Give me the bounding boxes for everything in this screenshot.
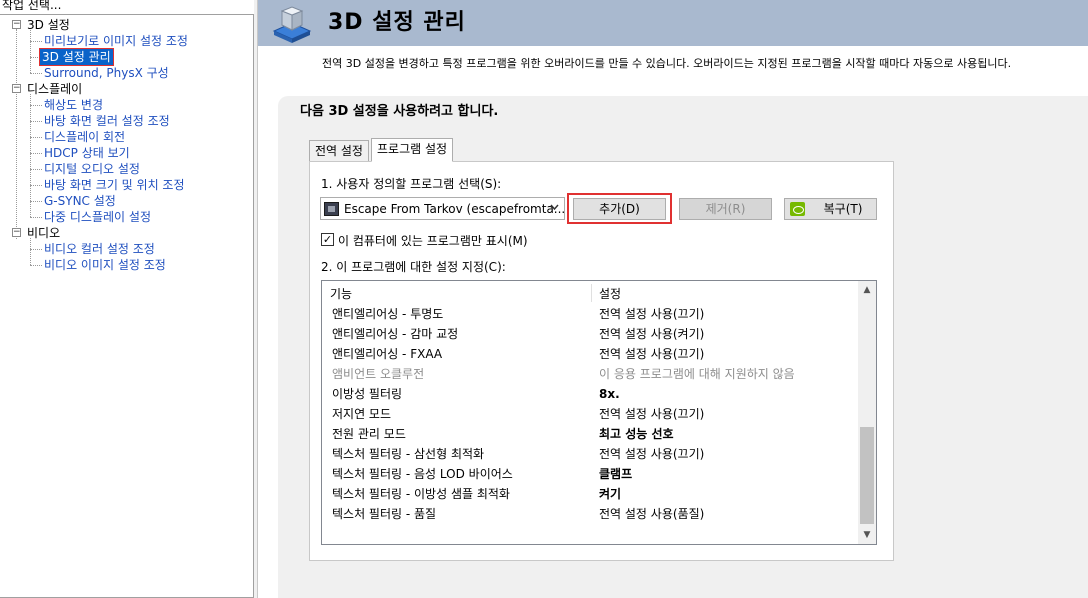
setting-value-cell[interactable]: 전역 설정 사용(끄기) <box>599 304 704 324</box>
tree-connector <box>30 73 42 74</box>
program-dropdown-value: Escape From Tarkov (escapefromta... <box>344 202 566 216</box>
section-heading: 다음 3D 설정을 사용하려고 합니다. <box>300 104 499 119</box>
tab-program-settings[interactable]: 프로그램 설정 <box>371 138 454 162</box>
page-title: 3D 설정 관리 <box>328 10 466 35</box>
tree-connector <box>30 105 42 106</box>
tree-connector <box>30 137 42 138</box>
task-tree[interactable]: −3D 설정 미리보기로 이미지 설정 조정 3D 설정 관리 Surround, P… <box>0 14 254 598</box>
tree-item[interactable]: 비디오 컬러 설정 조정 <box>44 241 155 257</box>
feature-cell: 텍스처 필터링 - 이방성 샘플 최적화 <box>332 487 510 501</box>
tree-connector <box>30 153 42 154</box>
feature-cell: 앰비언트 오클루전 <box>332 367 425 381</box>
feature-cell: 텍스처 필터링 - 음성 LOD 바이어스 <box>332 467 513 481</box>
tree-group-label[interactable]: 비디오 <box>27 225 60 241</box>
table-row[interactable]: 앰비언트 오클루전 이 응용 프로그램에 대해 지원하지 않음 <box>322 364 858 384</box>
nvidia-icon <box>790 202 805 216</box>
program-dropdown[interactable]: Escape From Tarkov (escapefromta... <box>320 197 565 220</box>
table-row[interactable]: 전원 관리 모드 최고 성능 선호 <box>322 424 858 444</box>
tree-item[interactable]: 디지털 오디오 설정 <box>44 161 140 177</box>
tree-connector <box>30 249 42 250</box>
select-program-label: 1. 사용자 정의할 프로그램 선택(S): <box>321 177 502 191</box>
program-settings-label: 2. 이 프로그램에 대한 설정 지정(C): <box>321 260 506 274</box>
page-header: 3D 설정 관리 <box>258 0 1088 46</box>
tree-item[interactable]: 다중 디스플레이 설정 <box>44 209 151 225</box>
tree-item[interactable]: 3D 설정 관리 <box>39 48 114 66</box>
setting-value-cell[interactable]: 전역 설정 사용(품질) <box>599 504 704 524</box>
column-header-feature[interactable]: 기능 <box>330 285 352 302</box>
tree-item[interactable]: 미리보기로 이미지 설정 조정 <box>44 33 188 49</box>
table-row[interactable]: 텍스처 필터링 - 음성 LOD 바이어스 클램프 <box>322 464 858 484</box>
column-header-setting[interactable]: 설정 <box>599 285 621 302</box>
feature-cell: 앤티엘리어싱 - 투명도 <box>332 307 444 321</box>
setting-value-cell[interactable]: 켜기 <box>599 484 621 504</box>
tree-item[interactable]: Surround, PhysX 구성 <box>44 65 169 81</box>
tree-connector <box>30 121 42 122</box>
page-description: 전역 3D 설정을 변경하고 특정 프로그램을 위한 오버라이드를 만들 수 있… <box>322 57 1012 70</box>
feature-cell: 저지연 모드 <box>332 407 392 421</box>
scroll-up-icon[interactable]: ▲ <box>858 281 876 299</box>
table-row[interactable]: 이방성 필터링 8x. <box>322 384 858 404</box>
vertical-scrollbar[interactable]: ▲ ▼ <box>858 281 876 544</box>
feature-cell: 앤티엘리어싱 - FXAA <box>332 347 443 361</box>
setting-value-cell[interactable]: 클램프 <box>599 464 632 484</box>
tree-collapse-icon[interactable]: − <box>12 228 21 237</box>
setting-value-cell[interactable]: 최고 성능 선호 <box>599 424 674 444</box>
table-row[interactable]: 앤티엘리어싱 - FXAA 전역 설정 사용(끄기) <box>322 344 858 364</box>
tree-item[interactable]: G-SYNC 설정 <box>44 193 116 209</box>
tree-connector <box>30 238 31 265</box>
table-row[interactable]: 앤티엘리어싱 - 감마 교정 전역 설정 사용(켜기) <box>322 324 858 344</box>
panel-splitter[interactable] <box>254 0 258 598</box>
setting-value-cell[interactable]: 전역 설정 사용(끄기) <box>599 344 704 364</box>
setting-value-cell[interactable]: 전역 설정 사용(켜기) <box>599 324 704 344</box>
tree-collapse-icon[interactable]: − <box>12 84 21 93</box>
tree-connector <box>30 217 42 218</box>
tree-connector <box>30 41 42 42</box>
only-local-programs-label: 이 컴퓨터에 있는 프로그램만 표시(M) <box>338 234 528 248</box>
add-button[interactable]: 추가(D) <box>573 198 666 220</box>
tree-connector <box>30 94 31 217</box>
setting-value-cell[interactable]: 이 응용 프로그램에 대해 지원하지 않음 <box>599 364 795 384</box>
tree-item[interactable]: 해상도 변경 <box>44 97 103 113</box>
feature-cell: 앤티엘리어싱 - 감마 교정 <box>332 327 459 341</box>
task-select-label: 작업 선택... <box>2 0 62 12</box>
tab-global-settings[interactable]: 전역 설정 <box>309 140 369 162</box>
tree-connector <box>30 169 42 170</box>
tree-item[interactable]: HDCP 상태 보기 <box>44 145 130 161</box>
settings-table[interactable]: 기능 설정 앤티엘리어싱 - 투명도 전역 설정 사용(끄기) 앤티엘리어싱 - 감… <box>321 280 877 545</box>
3d-settings-icon <box>270 1 314 43</box>
tree-group-label[interactable]: 3D 설정 <box>27 17 70 33</box>
setting-value-cell[interactable]: 전역 설정 사용(끄기) <box>599 444 704 464</box>
chevron-down-icon <box>550 201 559 216</box>
tree-connector <box>30 201 42 202</box>
tree-item[interactable]: 바탕 화면 컬러 설정 조정 <box>44 113 170 129</box>
only-local-programs-checkbox[interactable]: ✓ <box>321 233 334 246</box>
table-row[interactable]: 저지연 모드 전역 설정 사용(끄기) <box>322 404 858 424</box>
restore-button[interactable]: 복구(T) <box>784 198 877 220</box>
table-row[interactable]: 텍스처 필터링 - 삼선형 최적화 전역 설정 사용(끄기) <box>322 444 858 464</box>
setting-value-cell[interactable]: 8x. <box>599 384 620 404</box>
tree-item[interactable]: 디스플레이 회전 <box>44 129 125 145</box>
scroll-thumb[interactable] <box>860 427 874 524</box>
tree-item[interactable]: 바탕 화면 크기 및 위치 조정 <box>44 177 185 193</box>
restore-button-label: 복구(T) <box>823 202 863 216</box>
tree-connector <box>30 185 42 186</box>
tree-collapse-icon[interactable]: − <box>12 20 21 29</box>
game-icon <box>324 202 339 216</box>
setting-value-cell[interactable]: 전역 설정 사용(끄기) <box>599 404 704 424</box>
feature-cell: 전원 관리 모드 <box>332 427 406 441</box>
tree-connector <box>16 29 17 239</box>
scroll-down-icon[interactable]: ▼ <box>858 526 876 544</box>
remove-button[interactable]: 제거(R) <box>679 198 772 220</box>
table-row[interactable]: 텍스처 필터링 - 이방성 샘플 최적화 켜기 <box>322 484 858 504</box>
table-row[interactable]: 앤티엘리어싱 - 투명도 전역 설정 사용(끄기) <box>322 304 858 324</box>
feature-cell: 텍스처 필터링 - 품질 <box>332 507 437 521</box>
column-separator[interactable] <box>591 284 592 302</box>
feature-cell: 텍스처 필터링 - 삼선형 최적화 <box>332 447 485 461</box>
tree-connector <box>30 265 42 266</box>
tree-item[interactable]: 비디오 이미지 설정 조정 <box>44 257 166 273</box>
feature-cell: 이방성 필터링 <box>332 387 403 401</box>
table-row[interactable]: 텍스처 필터링 - 품질 전역 설정 사용(품질) <box>322 504 858 524</box>
tree-connector <box>30 30 31 73</box>
tree-group-label[interactable]: 디스플레이 <box>27 81 82 97</box>
